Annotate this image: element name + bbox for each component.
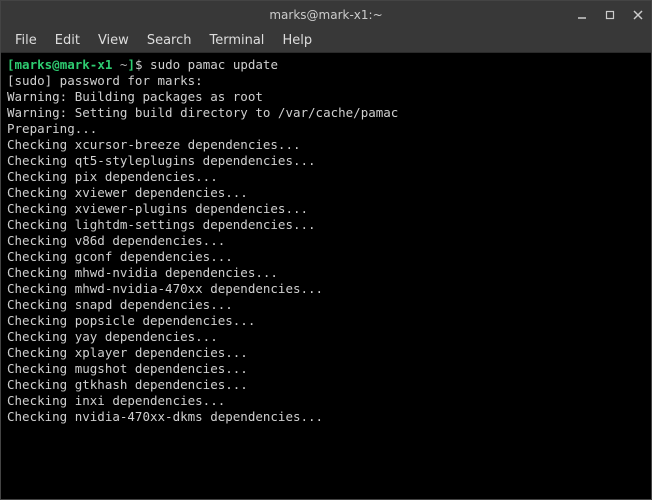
titlebar: marks@mark-x1:~ xyxy=(1,1,651,29)
output-line: Checking yay dependencies... xyxy=(7,329,218,344)
prompt-user: marks xyxy=(15,57,53,72)
window-title: marks@mark-x1:~ xyxy=(269,8,382,22)
output-line: Checking xviewer dependencies... xyxy=(7,185,248,200)
output-line: Checking pix dependencies... xyxy=(7,169,218,184)
output-line: Checking gtkhash dependencies... xyxy=(7,377,248,392)
output-line: Checking popsicle dependencies... xyxy=(7,313,255,328)
prompt-path: ~ xyxy=(112,57,127,72)
output-line: Warning: Building packages as root xyxy=(7,89,263,104)
menu-help[interactable]: Help xyxy=(274,30,320,51)
menu-view[interactable]: View xyxy=(90,30,137,51)
output-line: Checking mhwd-nvidia-470xx dependencies.… xyxy=(7,281,323,296)
output-line: Warning: Setting build directory to /var… xyxy=(7,105,398,120)
output-line: Checking qt5-styleplugins dependencies..… xyxy=(7,153,316,168)
output-line: Checking mugshot dependencies... xyxy=(7,361,248,376)
prompt-bracket-close: ] xyxy=(127,57,135,72)
menubar: File Edit View Search Terminal Help xyxy=(1,29,651,53)
output-line: Checking xplayer dependencies... xyxy=(7,345,248,360)
command-text: sudo pamac update xyxy=(150,57,278,72)
output-line: Checking gconf dependencies... xyxy=(7,249,233,264)
output-line: [sudo] password for marks: xyxy=(7,73,203,88)
menu-edit[interactable]: Edit xyxy=(47,30,88,51)
prompt-bracket-open: [ xyxy=(7,57,15,72)
prompt-dollar: $ xyxy=(135,57,150,72)
menu-search[interactable]: Search xyxy=(139,30,200,51)
minimize-button[interactable] xyxy=(575,8,589,22)
menu-file[interactable]: File xyxy=(7,30,45,51)
output-line: Preparing... xyxy=(7,121,97,136)
prompt-host: mark-x1 xyxy=(60,57,113,72)
prompt-at: @ xyxy=(52,57,60,72)
output-line: Checking snapd dependencies... xyxy=(7,297,233,312)
output-line: Checking xviewer-plugins dependencies... xyxy=(7,201,308,216)
output-line: Checking nvidia-470xx-dkms dependencies.… xyxy=(7,409,323,424)
window-controls xyxy=(575,8,645,22)
output-line: Checking v86d dependencies... xyxy=(7,233,225,248)
maximize-button[interactable] xyxy=(603,8,617,22)
menu-terminal[interactable]: Terminal xyxy=(201,30,272,51)
output-line: Checking inxi dependencies... xyxy=(7,393,225,408)
output-line: Checking xcursor-breeze dependencies... xyxy=(7,137,301,152)
close-button[interactable] xyxy=(631,8,645,22)
output-line: Checking lightdm-settings dependencies..… xyxy=(7,217,316,232)
output-line: Checking mhwd-nvidia dependencies... xyxy=(7,265,278,280)
terminal-output-area[interactable]: [marks@mark-x1 ~]$ sudo pamac update [su… xyxy=(1,53,651,499)
terminal-window: marks@mark-x1:~ File Edit View Search Te… xyxy=(0,0,652,500)
